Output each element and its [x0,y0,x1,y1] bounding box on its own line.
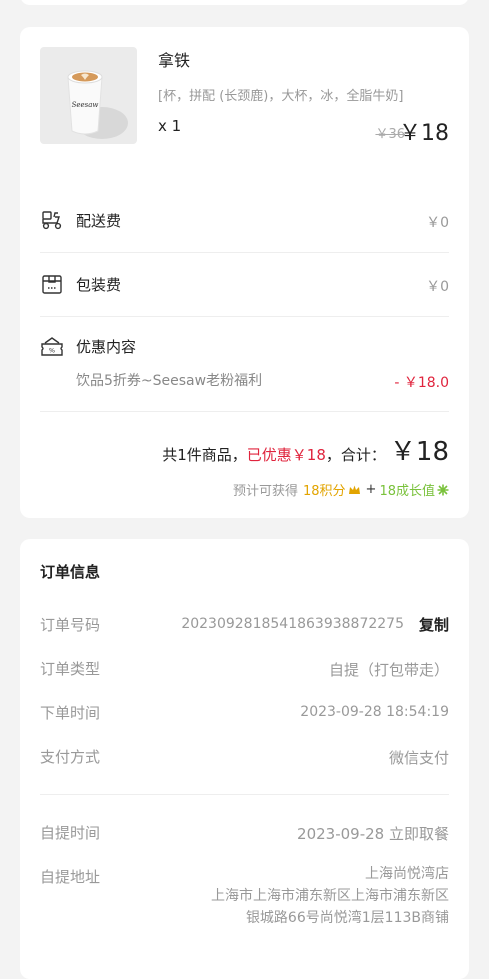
rewards-estimate: 预计可获得 18积分 + 18成长值 [233,480,449,499]
discounted-amount: 已优惠￥18 [246,446,326,464]
delivery-fee-label: 配送费 [76,212,122,230]
packing-fee-value: ￥0 [426,279,449,295]
discount-description: 饮品5折券~Seesaw老粉福利 [76,373,263,389]
order-info-card: 订单信息 订单号码 20230928185418639388722​75 复制 … [20,539,469,979]
discount-label: 优惠内容 [76,338,137,356]
package-box-icon [40,272,64,296]
pickup-address-label: 自提地址 [40,868,101,886]
pickup-address-line: 上海市上海市浦东新区上海市浦东新区 [211,888,449,904]
growth-sparkle-icon [437,484,449,496]
order-items-card: Seesaw 拿铁 [杯，拼配 (长颈鹿)，大杯，冰，全脂牛奶] x 1 ￥36… [20,27,469,518]
pickup-time-value: 2023-09-28 立即取餐 [297,825,449,843]
payment-method-value: 微信支付 [388,749,449,767]
item-count-text: 共1件商品， [162,446,247,464]
delivery-scooter-icon [40,208,64,232]
order-number-value: 20230928185418639388722​75 [181,616,404,632]
plus-sign: + [365,482,377,497]
product-spec: [杯，拼配 (长颈鹿)，大杯，冰，全脂牛奶] [158,89,404,104]
payment-method-label: 支付方式 [40,748,101,766]
pickup-address: 上海尚悦湾店 上海市上海市浦东新区上海市浦东新区 银城路66号尚悦湾1层113B… [149,863,449,929]
pickup-address-line: 银城路66号尚悦湾1层113B商铺 [245,910,449,926]
pickup-store-name: 上海尚悦湾店 [365,866,449,882]
divider [40,316,449,317]
product-quantity: x 1 [158,117,182,135]
order-info-title: 订单信息 [40,563,101,581]
crown-icon [348,484,361,496]
order-summary: 共1件商品， 已优惠￥18 ，合计： ￥18 [162,431,449,468]
copy-order-number-button[interactable]: 复制 [419,614,449,635]
divider [40,411,449,412]
order-time-value: 2023-09-28 18:54:19 [300,704,449,720]
divider [40,794,449,795]
points-value: 18积分 [303,484,346,499]
delivery-fee-value: ￥0 [426,215,449,231]
divider [40,252,449,253]
product-image: Seesaw [40,47,137,144]
discount-value: - ￥18.0 [394,375,449,391]
product-name: 拿铁 [158,51,191,70]
product-price: ￥18 [399,121,449,146]
order-number-label: 订单号码 [40,616,101,634]
svg-text:%: % [49,347,55,355]
order-type-value: 自提（打包带走） [328,661,449,679]
svg-text:Seesaw: Seesaw [72,101,99,109]
order-type-label: 订单类型 [40,660,101,678]
pickup-time-label: 自提时间 [40,824,101,842]
previous-card [20,0,469,5]
growth-value: 18成长值 [379,484,435,499]
order-total: ￥18 [389,437,449,467]
earn-prefix: 预计可获得 [232,484,298,499]
order-time-label: 下单时间 [40,704,101,722]
discount-ticket-icon: % [40,335,64,359]
packing-fee-label: 包装费 [76,276,122,294]
total-label: ，合计： [325,446,386,464]
